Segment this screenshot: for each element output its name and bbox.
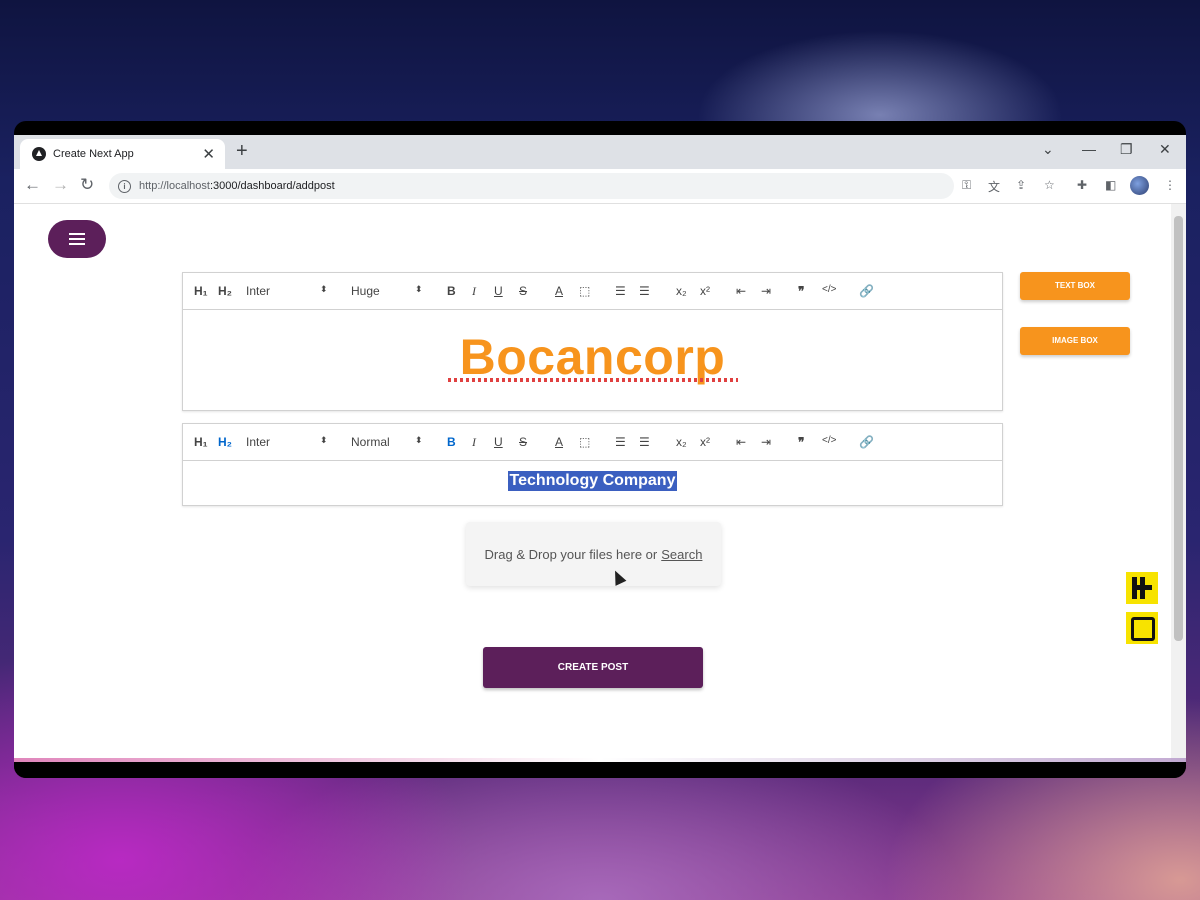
text-box-button[interactable]: TEXT BOX — [1020, 272, 1130, 300]
bullet-list-icon[interactable]: ☰ — [639, 435, 650, 449]
code-block-icon[interactable]: </> — [822, 435, 836, 446]
subscript-icon[interactable]: x₂ — [676, 435, 687, 449]
size-picker[interactable]: Normal ⬍ — [351, 435, 423, 449]
menu-button[interactable] — [48, 220, 106, 258]
code-block-icon[interactable]: </> — [822, 284, 836, 295]
back-icon[interactable]: ← — [24, 175, 41, 195]
page-viewport: H₁ H₂ Inter ⬍ Huge ⬍ B I U S A ⬚ ☰ ☰ x₂ x²… — [14, 204, 1186, 762]
strike-icon[interactable]: S — [519, 284, 527, 298]
window-bottom-border — [14, 762, 1186, 778]
subtitle-editor: H₁ H₂ Inter ⬍ Normal ⬍ B I U S A ⬚ ☰ ☰ x₂ … — [182, 423, 1003, 506]
tab-bar: Create Next App ✕ + ⌄ — ❐ ✕ — [14, 135, 1186, 169]
superscript-icon[interactable]: x² — [700, 284, 710, 298]
dropzone-text: Drag & Drop your files here or — [484, 546, 658, 562]
url-text: http://localhost:3000/dashboard/addpost — [139, 180, 335, 192]
bullet-list-icon[interactable]: ☰ — [639, 284, 650, 298]
ordered-list-icon[interactable]: ☰ — [615, 284, 626, 298]
text-color-icon[interactable]: A — [555, 284, 563, 298]
font-picker[interactable]: Inter ⬍ — [246, 284, 328, 298]
font-picker-label: Inter — [246, 435, 271, 449]
h1-button[interactable]: H₁ — [194, 284, 208, 298]
link-icon[interactable]: 🔗 — [859, 284, 874, 298]
strike-icon[interactable]: S — [519, 435, 527, 449]
chevron-updown-icon: ⬍ — [415, 435, 423, 445]
title-editor-toolbar: H₁ H₂ Inter ⬍ Huge ⬍ B I U S A ⬚ ☰ ☰ x₂ x²… — [183, 273, 1002, 310]
size-picker[interactable]: Huge ⬍ — [351, 284, 423, 298]
reload-icon[interactable]: ↻ — [80, 175, 94, 195]
indent-icon[interactable]: ⇥ — [761, 435, 771, 449]
extensions-icon[interactable]: ✚ — [1077, 178, 1087, 192]
text-color-icon[interactable]: A — [555, 435, 563, 449]
browser-window: Create Next App ✕ + ⌄ — ❐ ✕ ← → ↻ i http… — [14, 121, 1186, 778]
italic-icon[interactable]: I — [472, 284, 476, 299]
scrollbar[interactable] — [1171, 204, 1186, 762]
chevron-updown-icon: ⬍ — [320, 435, 328, 445]
profile-avatar[interactable] — [1130, 176, 1149, 195]
blockquote-icon[interactable]: ❞ — [798, 435, 804, 449]
outdent-icon[interactable]: ⇤ — [736, 284, 746, 298]
brand-logo-icon — [1126, 572, 1158, 604]
blockquote-icon[interactable]: ❞ — [798, 284, 804, 298]
h2-button[interactable]: H₂ — [218, 435, 232, 449]
forward-icon[interactable]: → — [52, 175, 69, 195]
tab-search-icon[interactable]: ⌄ — [1042, 141, 1054, 158]
subtitle-editor-toolbar: H₁ H₂ Inter ⬍ Normal ⬍ B I U S A ⬚ ☰ ☰ x₂ … — [183, 424, 1002, 461]
bold-icon[interactable]: B — [447, 284, 456, 298]
font-picker[interactable]: Inter ⬍ — [246, 435, 328, 449]
scrollbar-thumb[interactable] — [1174, 216, 1183, 641]
link-icon[interactable]: 🔗 — [859, 435, 874, 449]
close-window-icon[interactable]: ✕ — [1159, 141, 1171, 158]
nextjs-favicon-icon — [32, 147, 46, 161]
site-info-icon[interactable]: i — [118, 179, 131, 193]
tab-title: Create Next App — [53, 148, 134, 160]
outdent-icon[interactable]: ⇤ — [736, 435, 746, 449]
brand-logo-secondary-icon — [1126, 612, 1158, 644]
background-color-icon[interactable]: ⬚ — [579, 284, 590, 298]
bold-icon[interactable]: B — [447, 435, 456, 449]
translate-icon[interactable]: 文 — [988, 178, 1000, 195]
subscript-icon[interactable]: x₂ — [676, 284, 687, 298]
bookmark-star-icon[interactable]: ☆ — [1044, 178, 1055, 192]
chevron-updown-icon: ⬍ — [415, 284, 423, 294]
size-picker-label: Huge — [351, 284, 380, 298]
key-icon[interactable]: ⚿ — [962, 178, 971, 193]
url-input[interactable]: i http://localhost:3000/dashboard/addpos… — [109, 173, 954, 199]
title-editor: H₁ H₂ Inter ⬍ Huge ⬍ B I U S A ⬚ ☰ ☰ x₂ x²… — [182, 272, 1003, 411]
minimize-icon[interactable]: — — [1082, 141, 1096, 157]
more-menu-icon[interactable]: ⋮ — [1164, 178, 1176, 192]
tab-close-icon[interactable]: ✕ — [202, 145, 215, 163]
new-tab-icon[interactable]: + — [236, 140, 248, 163]
file-dropzone[interactable]: Drag & Drop your files here or Search — [466, 522, 721, 586]
url-path: :3000/dashboard/addpost — [209, 180, 335, 192]
side-panel-icon[interactable]: ◧ — [1105, 178, 1116, 192]
spellcheck-underline — [448, 378, 738, 382]
superscript-icon[interactable]: x² — [700, 435, 710, 449]
address-bar: ← → ↻ i http://localhost:3000/dashboard/… — [14, 169, 1186, 204]
title-editor-content[interactable]: Bocancorp — [183, 310, 1002, 410]
image-box-button[interactable]: IMAGE BOX — [1020, 327, 1130, 355]
indent-icon[interactable]: ⇥ — [761, 284, 771, 298]
h1-button[interactable]: H₁ — [194, 435, 208, 449]
italic-icon[interactable]: I — [472, 435, 476, 450]
font-picker-label: Inter — [246, 284, 271, 298]
background-color-icon[interactable]: ⬚ — [579, 435, 590, 449]
size-picker-label: Normal — [351, 435, 390, 449]
ordered-list-icon[interactable]: ☰ — [615, 435, 626, 449]
browser-tab[interactable]: Create Next App ✕ — [20, 139, 225, 169]
subtitle-text: Technology Company — [507, 471, 678, 491]
h2-button[interactable]: H₂ — [218, 284, 232, 298]
chevron-updown-icon: ⬍ — [320, 284, 328, 294]
hamburger-icon — [69, 233, 85, 245]
underline-icon[interactable]: U — [494, 284, 503, 298]
url-host: http://localhost — [139, 180, 210, 192]
subtitle-editor-content[interactable]: Technology Company — [183, 461, 1002, 505]
dropzone-search-link[interactable]: Search — [661, 547, 702, 562]
restore-icon[interactable]: ❐ — [1120, 141, 1133, 158]
underline-icon[interactable]: U — [494, 435, 503, 449]
create-post-button[interactable]: CREATE POST — [483, 647, 703, 688]
share-icon[interactable]: ⇪ — [1016, 178, 1026, 192]
